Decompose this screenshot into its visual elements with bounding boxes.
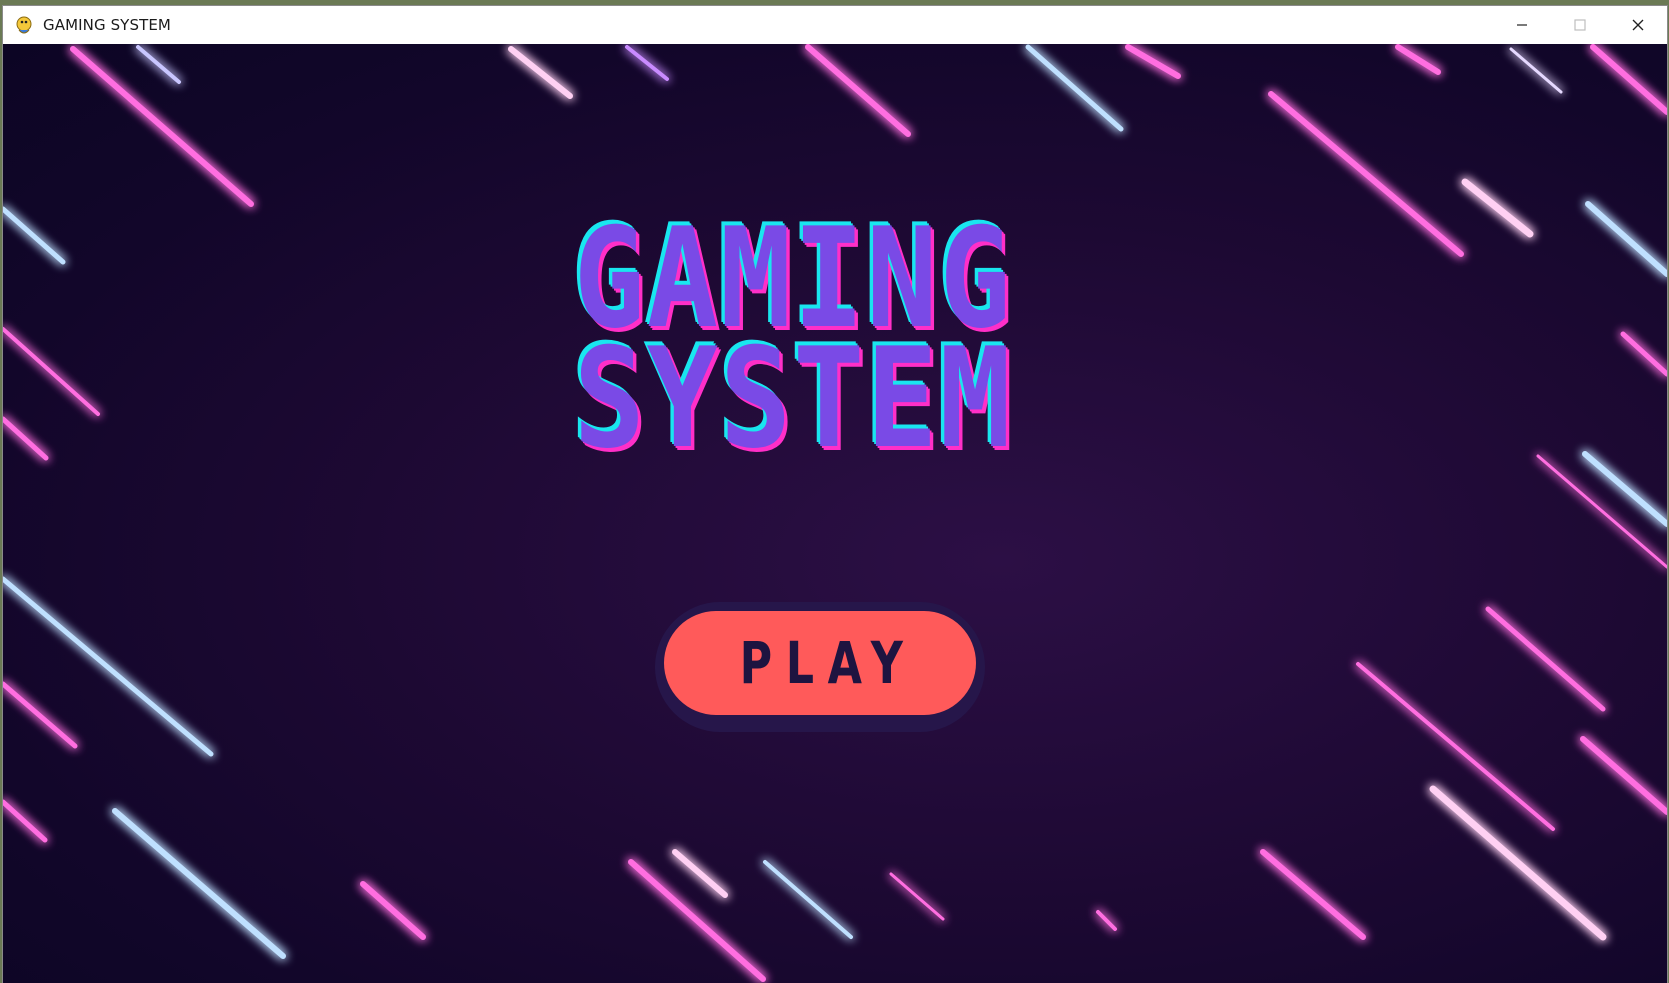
close-icon [1632, 19, 1644, 31]
game-title: GAMING SYSTEM [433, 210, 1153, 479]
play-button-label: PLAY [739, 629, 917, 697]
window-title: GAMING SYSTEM [43, 16, 171, 34]
close-button[interactable] [1609, 6, 1667, 44]
app-window: GAMING SYSTEM GAMING SYSTEM PLAY [3, 6, 1667, 983]
maximize-icon [1574, 19, 1586, 31]
game-canvas[interactable]: GAMING SYSTEM PLAY [3, 44, 1667, 983]
pygame-snake-icon [16, 16, 32, 34]
maximize-button[interactable] [1551, 6, 1609, 44]
game-title-line-2: SYSTEM [573, 318, 1013, 479]
play-button-shadow: PLAY [655, 602, 985, 732]
minimize-icon [1517, 24, 1527, 26]
window-controls [1493, 6, 1667, 44]
window-titlebar[interactable]: GAMING SYSTEM [3, 6, 1667, 44]
neon-lines-background [3, 44, 1667, 982]
play-button[interactable]: PLAY [664, 611, 976, 715]
minimize-button[interactable] [1493, 6, 1551, 44]
